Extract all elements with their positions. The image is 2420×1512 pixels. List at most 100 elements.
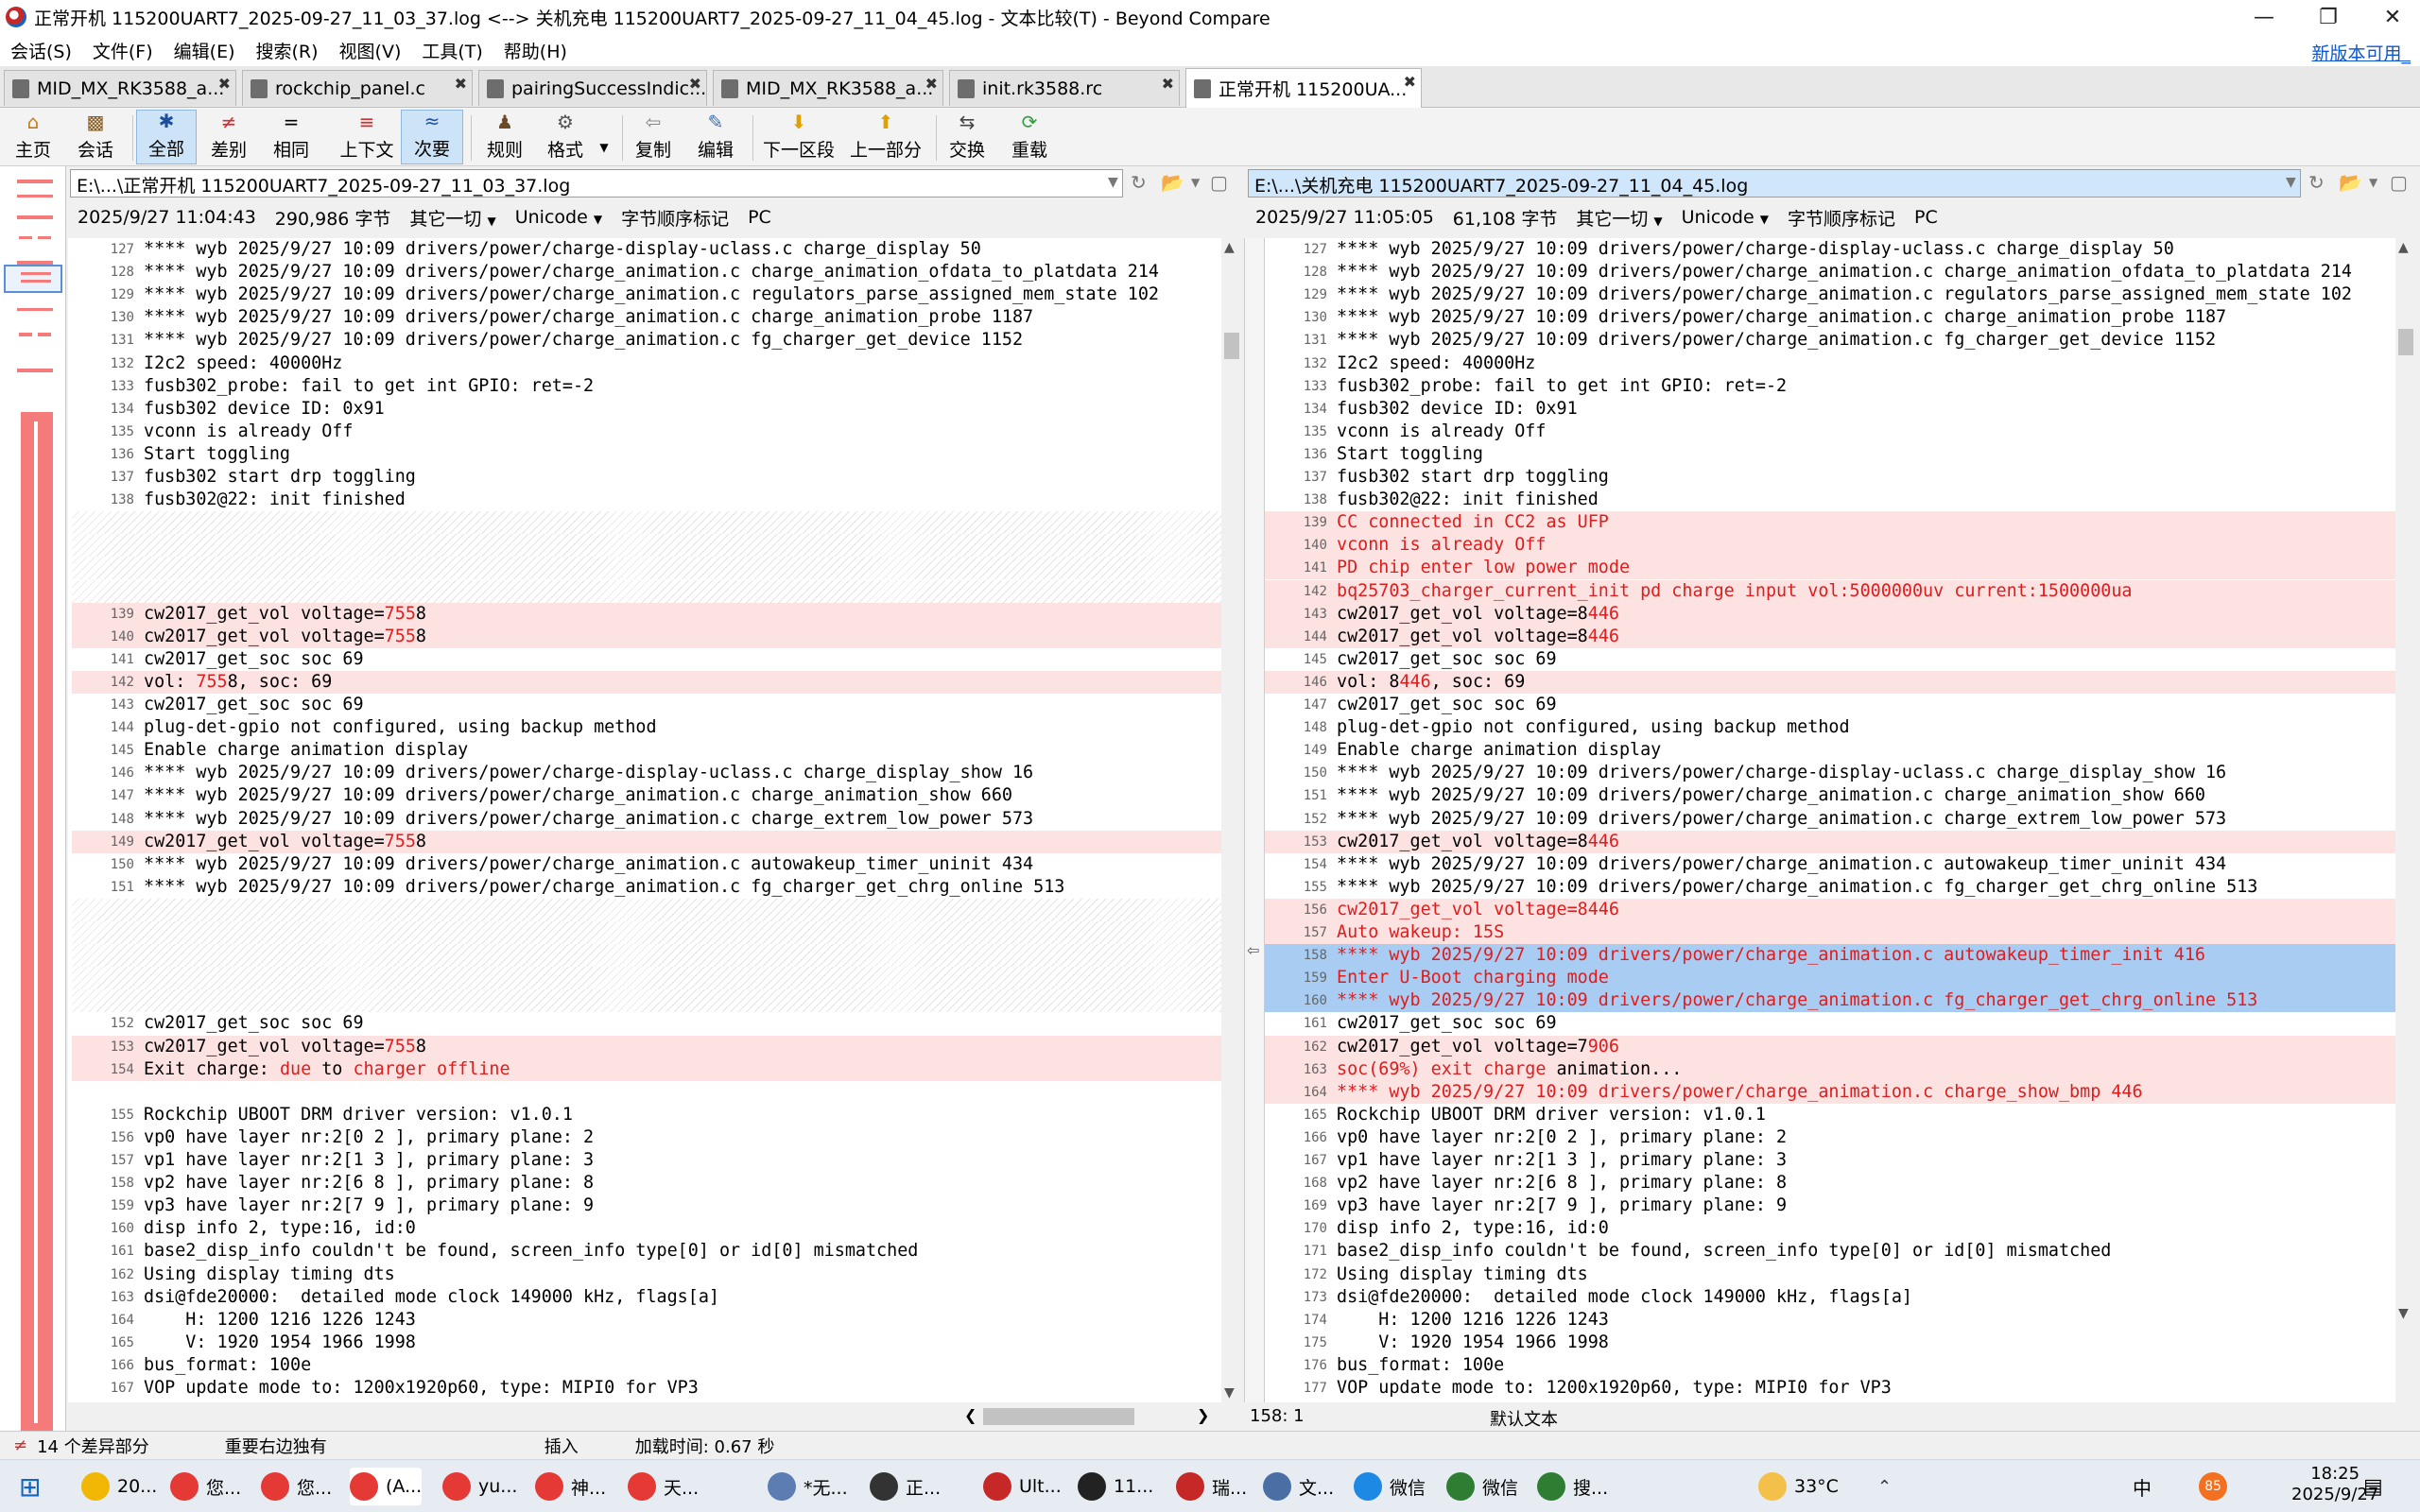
text-line[interactable]: 158 vp2 have layer nr:2[6 8 ], primary pl… <box>72 1172 1221 1194</box>
text-line[interactable]: 136 Start toggling <box>1265 443 2395 466</box>
text-line[interactable]: 133 fusb302_probe: fail to get int GPIO: … <box>1265 375 2395 398</box>
text-line[interactable]: 169 vp3 have layer nr:2[7 9 ], primary pl… <box>1265 1194 2395 1217</box>
copy-to-left-icon[interactable]: ⇦ <box>1247 941 1259 959</box>
text-line[interactable]: 147 cw2017_get_soc soc 69 <box>1265 694 2395 716</box>
scrollbar-thumb[interactable] <box>983 1408 1134 1425</box>
text-line[interactable]: 128 **** wyb 2025/9/27 10:09 drivers/powe… <box>72 261 1221 284</box>
tab-session-2[interactable]: rockchip_panel.c ✖ <box>242 70 473 106</box>
open-folder-icon[interactable]: 📂 <box>1161 171 1184 194</box>
save-icon[interactable]: ▢ <box>1210 171 1228 194</box>
menu-search[interactable]: 搜索(R) <box>246 38 329 63</box>
text-line[interactable]: 131 **** wyb 2025/9/27 10:09 drivers/powe… <box>72 329 1221 352</box>
text-line[interactable]: 127 **** wyb 2025/9/27 10:09 drivers/powe… <box>1265 238 2395 261</box>
scroll-up-icon[interactable]: ▲ <box>2398 240 2409 255</box>
scroll-up-icon[interactable]: ▲ <box>1224 240 1235 255</box>
menu-view[interactable]: 视图(V) <box>329 38 412 63</box>
diff-minimap[interactable] <box>0 166 66 1435</box>
left-vertical-scrollbar[interactable]: ▲ ▼ <box>1221 238 1242 1402</box>
right-encoding-dropdown[interactable]: Unicode ▼ <box>1682 207 1769 228</box>
text-line[interactable]: 138 fusb302@22: init finished <box>1265 489 2395 511</box>
tab-close-icon[interactable]: ✖ <box>1162 75 1174 93</box>
text-line[interactable]: 139 cw2017_get_vol voltage=7558 <box>72 602 1221 626</box>
history-icon[interactable]: ↻ <box>1131 171 1147 194</box>
text-line[interactable]: 148 **** wyb 2025/9/27 10:09 drivers/powe… <box>72 808 1221 831</box>
text-line[interactable]: 159 Enter U-Boot charging mode <box>1265 967 2395 990</box>
text-line[interactable]: 161 base2_disp_info couldn't be found, sc… <box>72 1240 1221 1263</box>
text-line[interactable]: 175 V: 1920 1954 1966 1998 <box>1265 1332 2395 1354</box>
text-line[interactable]: 154 **** wyb 2025/9/27 10:09 drivers/powe… <box>1265 853 2395 876</box>
text-line[interactable]: 130 **** wyb 2025/9/27 10:09 drivers/powe… <box>72 306 1221 329</box>
text-line[interactable]: 173 dsi@fde20000: detailed mode clock 149… <box>1265 1286 2395 1309</box>
left-bom[interactable]: 字节顺序标记 <box>621 205 729 231</box>
text-line[interactable]: 162 Using display timing dts <box>72 1263 1221 1286</box>
taskbar-app-button[interactable]: 11... <box>1078 1468 1153 1505</box>
taskbar-app-button[interactable]: 文... <box>1263 1468 1334 1505</box>
text-line[interactable]: 153 cw2017_get_vol voltage=8446 <box>1265 830 2395 853</box>
text-line[interactable]: 140 cw2017_get_vol voltage=7558 <box>72 625 1221 648</box>
left-eol[interactable]: PC <box>748 207 771 228</box>
gap-row[interactable] <box>72 967 1221 990</box>
taskbar-app-button[interactable]: Ult... <box>983 1468 1062 1505</box>
edit-button[interactable]: ✎ 编辑 <box>692 110 739 164</box>
text-line[interactable]: 149 cw2017_get_vol voltage=7558 <box>72 830 1221 853</box>
tab-close-icon[interactable]: ✖ <box>925 75 938 93</box>
text-line[interactable]: 137 fusb302 start drp toggling <box>1265 466 2395 489</box>
text-line[interactable]: 160 disp info 2, type:16, id:0 <box>72 1217 1221 1240</box>
text-line[interactable]: 150 **** wyb 2025/9/27 10:09 drivers/powe… <box>1265 762 2395 784</box>
scroll-left-icon[interactable]: ❮ <box>964 1406 977 1424</box>
text-line[interactable]: 147 **** wyb 2025/9/27 10:09 drivers/powe… <box>72 784 1221 807</box>
chevron-down-icon[interactable]: ▼ <box>2369 176 2377 189</box>
text-line[interactable]: 174 H: 1200 1216 1226 1243 <box>1265 1309 2395 1332</box>
prev-section-button[interactable]: ⬆ 上一部分 <box>845 110 926 164</box>
show-diffs-button[interactable]: ≠ 差别 <box>200 110 257 164</box>
text-line[interactable]: 136 Start toggling <box>72 443 1221 466</box>
copy-button[interactable]: ⇦ 复制 <box>630 110 677 164</box>
text-line[interactable]: 129 **** wyb 2025/9/27 10:09 drivers/powe… <box>72 284 1221 306</box>
taskbar-app-button[interactable]: 20... <box>81 1468 157 1505</box>
text-line[interactable]: 157 vp1 have layer nr:2[1 3 ], primary pl… <box>72 1149 1221 1172</box>
text-line[interactable]: 129 **** wyb 2025/9/27 10:09 drivers/powe… <box>1265 284 2395 306</box>
taskbar-app-button[interactable]: 搜... <box>1537 1468 1608 1505</box>
text-line[interactable]: 163 dsi@fde20000: detailed mode clock 149… <box>72 1286 1221 1309</box>
tab-close-icon[interactable]: ✖ <box>455 75 467 93</box>
text-line[interactable]: 141 PD chip enter low power mode <box>1265 557 2395 580</box>
text-line[interactable]: 138 fusb302@22: init finished <box>72 489 1221 511</box>
text-line[interactable]: 146 vol: 8446, soc: 69 <box>1265 670 2395 694</box>
gap-row[interactable] <box>72 579 1221 603</box>
text-line[interactable]: 167 vp1 have layer nr:2[1 3 ], primary pl… <box>1265 1149 2395 1172</box>
history-icon[interactable]: ↻ <box>2308 171 2325 194</box>
text-line[interactable]: 178 VP3 set crtc_clock to 148500KHz <box>1265 1400 2395 1402</box>
text-line[interactable]: 133 fusb302_probe: fail to get int GPIO: … <box>72 375 1221 398</box>
gap-row[interactable] <box>72 921 1221 944</box>
tab-session-1[interactable]: MID_MX_RK3588_a... ✖ <box>4 70 236 106</box>
weather-widget[interactable]: 33°C <box>1758 1468 1839 1505</box>
taskbar-app-button[interactable]: 天... <box>628 1468 699 1505</box>
text-line[interactable]: 144 plug-det-gpio not configured, using b… <box>72 716 1221 739</box>
text-line[interactable]: 155 Rockchip UBOOT DRM driver version: v1… <box>72 1104 1221 1126</box>
right-eol[interactable]: PC <box>1914 207 1938 228</box>
ime-indicator[interactable]: 中 <box>2133 1468 2152 1505</box>
minor-button[interactable]: ≈ 次要 <box>401 110 463 164</box>
text-line[interactable]: 142 bq25703_charger_current_init pd charg… <box>1265 579 2395 603</box>
text-line[interactable]: 143 cw2017_get_vol voltage=8446 <box>1265 602 2395 626</box>
maximize-button[interactable]: ❐ <box>2295 0 2361 34</box>
chevron-down-icon[interactable]: ▼ <box>2286 175 2296 190</box>
text-line[interactable]: 164 **** wyb 2025/9/27 10:09 drivers/powe… <box>1265 1080 2395 1104</box>
text-line[interactable]: 171 base2_disp_info couldn't be found, sc… <box>1265 1240 2395 1263</box>
taskbar-app-button[interactable]: 神... <box>535 1468 606 1505</box>
text-line[interactable] <box>72 1081 1221 1104</box>
scroll-down-icon[interactable]: ▼ <box>2398 1306 2409 1321</box>
taskbar-app-button[interactable]: 正... <box>870 1468 941 1505</box>
tab-session-5[interactable]: init.rk3588.rc ✖ <box>949 70 1180 106</box>
text-line[interactable]: 145 cw2017_get_soc soc 69 <box>1265 648 2395 671</box>
reload-button[interactable]: ⟳ 重载 <box>1006 110 1053 164</box>
start-button[interactable]: ⊞ <box>19 1468 41 1505</box>
text-line[interactable]: 135 vconn is already Off <box>72 421 1221 443</box>
taskbar-app-button[interactable]: 瑞... <box>1176 1468 1247 1505</box>
text-line[interactable]: 139 CC connected in CC2 as UFP <box>1265 511 2395 535</box>
text-line[interactable]: 164 H: 1200 1216 1226 1243 <box>72 1309 1221 1332</box>
text-line[interactable]: 151 **** wyb 2025/9/27 10:09 drivers/powe… <box>1265 784 2395 807</box>
text-line[interactable]: 134 fusb302 device ID: 0x91 <box>72 398 1221 421</box>
show-same-button[interactable]: = 相同 <box>263 110 320 164</box>
scroll-right-icon[interactable]: ❯ <box>1197 1406 1209 1424</box>
